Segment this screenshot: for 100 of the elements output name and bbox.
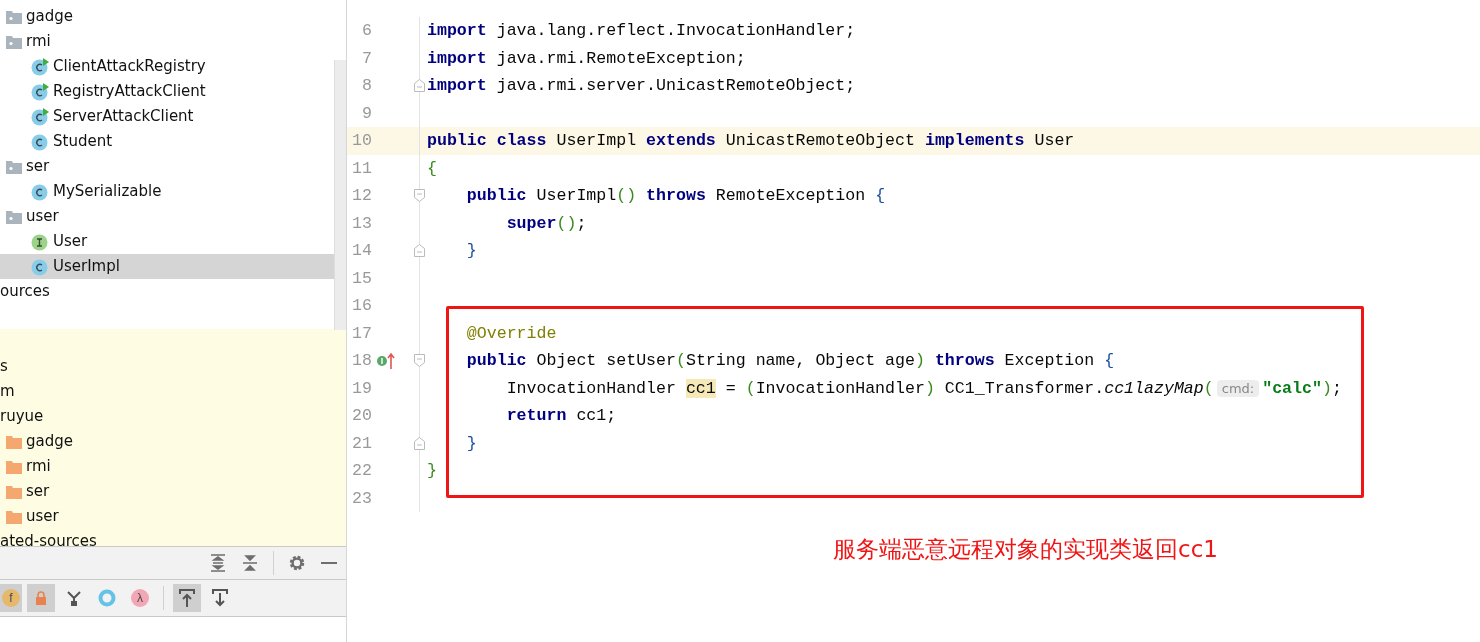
line-number: 22 bbox=[351, 461, 372, 481]
arrow-up-icon bbox=[178, 588, 196, 608]
tree-item-label: m bbox=[0, 382, 15, 401]
tree-item-label: MySerializable bbox=[53, 182, 162, 201]
line-number: 13 bbox=[351, 213, 372, 233]
line-number: 18 bbox=[351, 351, 372, 371]
arrow-down-icon bbox=[211, 588, 229, 608]
code-line: public class UserImpl extends UnicastRemoteObject implements User bbox=[427, 131, 1075, 151]
fold-icon[interactable] bbox=[414, 244, 425, 258]
folder-icon bbox=[6, 459, 22, 474]
tree-item-label: s bbox=[0, 357, 8, 376]
show-fields-button[interactable]: f bbox=[0, 584, 22, 612]
lock-icon bbox=[35, 591, 47, 605]
tree-item-label: gadge bbox=[26, 432, 73, 451]
tree-item-label: ated-sources bbox=[0, 532, 97, 546]
code-line: } bbox=[465, 241, 477, 261]
code-line: InvocationHandler cc1 = (InvocationHandler) CC1_Transformer.cc1lazyMap( cmd: "calc"); bbox=[505, 378, 1342, 398]
runnable-class-icon bbox=[31, 107, 49, 126]
tree-item[interactable]: user bbox=[0, 204, 334, 229]
code-line: import java.lang.reflect.InvocationHandler; bbox=[427, 21, 856, 41]
tree-item[interactable]: ServerAttackClient bbox=[0, 104, 334, 129]
implements-marker-icon[interactable] bbox=[376, 351, 396, 370]
package-icon bbox=[6, 34, 22, 49]
code-line: @Override bbox=[465, 323, 557, 343]
line-number: 23 bbox=[351, 488, 372, 508]
package-icon bbox=[6, 209, 22, 224]
tree-item-label: rmi bbox=[26, 32, 51, 51]
fold-icon[interactable] bbox=[414, 79, 425, 93]
tree-item[interactable]: s bbox=[0, 354, 334, 379]
code-line: public Object setUser(String name, Object age) throws Exception { bbox=[465, 351, 1115, 371]
tree-item[interactable]: MySerializable bbox=[0, 179, 334, 204]
line-number: 15 bbox=[351, 268, 372, 288]
package-icon bbox=[6, 159, 22, 174]
runnable-class-icon bbox=[31, 57, 49, 76]
line-number: 12 bbox=[351, 186, 372, 206]
arrow-up-button[interactable] bbox=[173, 584, 201, 612]
tree-item-label: RegistryAttackClient bbox=[53, 82, 206, 101]
code-line: super(); bbox=[505, 213, 587, 233]
collapse-all-icon bbox=[242, 554, 258, 572]
annotation-caption: 服务端恶意远程对象的实现类返回cc1 bbox=[833, 535, 1218, 564]
code-line: public UserImpl() throws RemoteException { bbox=[465, 186, 886, 206]
code-line: } bbox=[427, 461, 437, 481]
tree-item[interactable]: User bbox=[0, 229, 334, 254]
tree-item[interactable]: rmi bbox=[0, 454, 334, 479]
class-icon bbox=[31, 132, 49, 151]
tree-item-label: UserImpl bbox=[53, 257, 120, 276]
tree-item[interactable]: ources bbox=[0, 279, 334, 304]
code-line: import java.rmi.RemoteException; bbox=[427, 48, 746, 68]
tree-item[interactable]: Student bbox=[0, 129, 334, 154]
tree-item-label: ser bbox=[26, 482, 50, 501]
tree-item[interactable]: ated-sources bbox=[0, 529, 334, 546]
tree-item[interactable]: rmi bbox=[0, 29, 334, 54]
interface-icon bbox=[31, 232, 49, 251]
line-number: 16 bbox=[351, 296, 372, 316]
fold-icon[interactable] bbox=[414, 354, 425, 368]
runnable-class-icon bbox=[31, 82, 49, 101]
settings-icon bbox=[288, 554, 306, 572]
tree-item-label: Student bbox=[53, 132, 113, 151]
folder-icon bbox=[6, 509, 22, 524]
tree-item[interactable]: UserImpl bbox=[0, 254, 334, 279]
line-number: 9 bbox=[361, 103, 372, 123]
minimize-icon bbox=[321, 562, 337, 564]
tree-item[interactable]: RegistryAttackClient bbox=[0, 79, 334, 104]
tree-item[interactable]: ClientAttackRegistry bbox=[0, 54, 334, 79]
expand-all-icon bbox=[210, 554, 226, 572]
tree-item-label: user bbox=[26, 207, 59, 226]
ring-icon bbox=[98, 589, 116, 607]
line-number: 17 bbox=[351, 323, 372, 343]
line-number: 21 bbox=[351, 433, 372, 453]
code-line: return cc1; bbox=[505, 406, 617, 426]
tree-item[interactable]: user bbox=[0, 504, 334, 529]
code-line: } bbox=[465, 433, 477, 453]
tree-item[interactable]: ruyue bbox=[0, 404, 334, 429]
tree-item[interactable]: m bbox=[0, 379, 334, 404]
tree-item-label: ruyue bbox=[0, 407, 44, 426]
show-lambdas-button[interactable]: λ bbox=[126, 584, 154, 612]
line-number: 8 bbox=[361, 76, 372, 96]
tree-item[interactable]: ser bbox=[0, 479, 334, 504]
line-number: 19 bbox=[351, 378, 372, 398]
code-line: import java.rmi.server.UnicastRemoteObject; bbox=[427, 76, 856, 96]
tree-item-label: ServerAttackClient bbox=[53, 107, 194, 126]
fold-icon[interactable] bbox=[414, 436, 425, 450]
class-icon bbox=[31, 182, 49, 201]
tree-item-label: User bbox=[53, 232, 88, 251]
tree-item-label: user bbox=[26, 507, 59, 526]
tree-item[interactable]: gadge bbox=[0, 4, 334, 29]
tree-item-label: rmi bbox=[26, 457, 51, 476]
code-line: { bbox=[427, 158, 437, 178]
line-number: 6 bbox=[361, 21, 372, 41]
class-icon bbox=[31, 257, 49, 276]
scrollbar[interactable] bbox=[334, 60, 346, 330]
line-number: 20 bbox=[351, 406, 372, 426]
hierarchy-icon bbox=[66, 590, 82, 606]
tree-item[interactable]: ser bbox=[0, 154, 334, 179]
tree-item[interactable]: gadge bbox=[0, 429, 334, 454]
folder-icon bbox=[6, 484, 22, 499]
tree-item-label: ources bbox=[0, 282, 50, 301]
tree-item-label: gadge bbox=[26, 7, 73, 26]
fold-icon[interactable] bbox=[414, 189, 425, 203]
line-number: 11 bbox=[351, 158, 372, 178]
